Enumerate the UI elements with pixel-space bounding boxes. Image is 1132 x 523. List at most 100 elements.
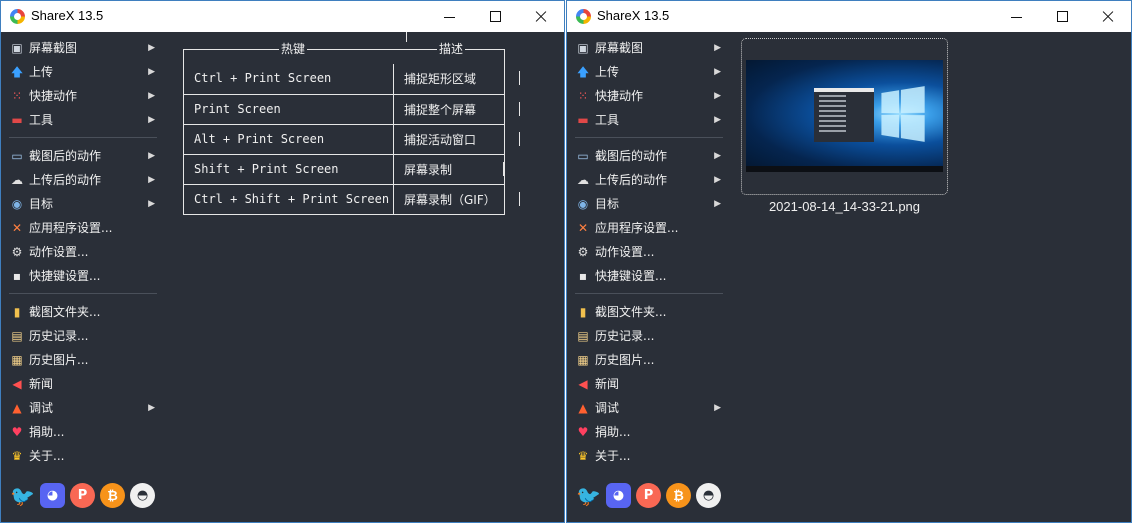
submenu-arrow-icon: ▶: [148, 403, 155, 413]
menu-item-crown[interactable]: ♛ 关于...: [567, 444, 725, 468]
menu-item-image-history[interactable]: ▦ 历史图片...: [1, 348, 159, 372]
heart-icon: ♥: [11, 425, 23, 439]
submenu-arrow-icon: ▶: [714, 91, 721, 101]
traffic-cone-icon: ▲: [578, 401, 588, 415]
twitter-icon[interactable]: 🐦: [576, 483, 601, 508]
menu-item-folder[interactable]: ▮ 截图文件夹...: [567, 300, 725, 324]
main-panel: ▣ 屏幕截图 ▶ 🡅 上传 ▶ ⁙ 快捷动作 ▶ ▬ 工具 ▶ ▭ 截图后的动作 ▶ ☁ 上传后的动作 ▶ ◉ 目标 ▶…: [567, 32, 1131, 522]
title-bar[interactable]: ShareX 13.5: [1, 1, 564, 32]
cloud-icon: ☁: [11, 173, 23, 187]
menu-item-history[interactable]: ▤ 历史记录...: [567, 324, 725, 348]
menu-item-label: 新闻: [595, 377, 620, 391]
row-edge-mark: [519, 71, 520, 85]
menu-item-history[interactable]: ▤ 历史记录...: [1, 324, 159, 348]
patreon-icon[interactable]: P: [636, 483, 661, 508]
maximize-button[interactable]: [1039, 1, 1085, 32]
hotkey-row: Shift + Print Screen 屏幕录制: [184, 154, 504, 184]
menu-item-cloud[interactable]: ☁ 上传后的动作 ▶: [1, 168, 159, 192]
title-bar[interactable]: ShareX 13.5: [567, 1, 1131, 32]
close-button[interactable]: [518, 1, 564, 32]
close-button[interactable]: [1085, 1, 1131, 32]
menu-item-label: 快捷动作: [595, 89, 644, 103]
menu-item-label: 上传后的动作: [29, 173, 102, 187]
menu-item-label: 目标: [595, 197, 620, 211]
gear-icon: ⚙: [577, 245, 589, 259]
github-icon[interactable]: ◓: [130, 483, 155, 508]
menu-item-keyboard[interactable]: ▪ 快捷键设置...: [1, 264, 159, 288]
keyboard-icon: ▪: [578, 269, 588, 283]
menu-item-megaphone[interactable]: ◀ 新闻: [1, 372, 159, 396]
cloud-icon: ☁: [577, 173, 589, 187]
menu-item-label: 关于...: [595, 449, 631, 463]
thumbnail-filename[interactable]: 2021-08-14_14-33-21.png: [741, 199, 948, 214]
menu-item-label: 动作设置...: [595, 245, 655, 259]
menu-item-toolbox[interactable]: ▬ 工具 ▶: [567, 108, 725, 132]
menu-item-gear[interactable]: ⚙ 动作设置...: [567, 240, 725, 264]
discord-icon[interactable]: ◕: [40, 483, 65, 508]
menu-item-upload-arrow[interactable]: 🡅 上传 ▶: [1, 60, 159, 84]
menu-item-wrench[interactable]: ✕ 应用程序设置...: [567, 216, 725, 240]
grid-dots-icon: ⁙: [11, 89, 23, 103]
bitcoin-icon[interactable]: ₿: [666, 483, 691, 508]
description-column-header: 描述: [437, 41, 466, 57]
minimize-button[interactable]: [426, 1, 472, 32]
submenu-arrow-icon: ▶: [714, 43, 721, 53]
menu-item-label: 应用程序设置...: [595, 221, 679, 235]
hotkey-row: Ctrl + Print Screen 捕捉矩形区域: [184, 64, 520, 94]
minimize-button[interactable]: [993, 1, 1039, 32]
menu-item-label: 屏幕截图: [595, 41, 644, 55]
menu-item-image-task[interactable]: ▭ 截图后的动作 ▶: [1, 144, 159, 168]
maximize-button[interactable]: [472, 1, 518, 32]
github-icon[interactable]: ◓: [696, 483, 721, 508]
menu-item-traffic-cone[interactable]: ▲ 调试 ▶: [567, 396, 725, 420]
menu-item-monitor[interactable]: ▣ 屏幕截图 ▶: [567, 36, 725, 60]
menu-item-grid-dots[interactable]: ⁙ 快捷动作 ▶: [1, 84, 159, 108]
screenshot-thumbnail[interactable]: [741, 38, 948, 195]
submenu-arrow-icon: ▶: [148, 43, 155, 53]
submenu-arrow-icon: ▶: [714, 199, 721, 209]
menu-item-destination[interactable]: ◉ 目标 ▶: [1, 192, 159, 216]
menu-item-wrench[interactable]: ✕ 应用程序设置...: [1, 216, 159, 240]
menu-item-label: 快捷键设置...: [595, 269, 667, 283]
menu-item-image-task[interactable]: ▭ 截图后的动作 ▶: [567, 144, 725, 168]
menu-item-destination[interactable]: ◉ 目标 ▶: [567, 192, 725, 216]
image-task-icon: ▭: [577, 149, 589, 163]
menu-item-heart[interactable]: ♥ 捐助...: [1, 420, 159, 444]
menu-item-label: 历史图片...: [595, 353, 655, 367]
submenu-arrow-icon: ▶: [148, 151, 155, 161]
social-links: 🐦 ◕ P ₿ ◓: [10, 483, 155, 509]
menu-item-grid-dots[interactable]: ⁙ 快捷动作 ▶: [567, 84, 725, 108]
menu-item-cloud[interactable]: ☁ 上传后的动作 ▶: [567, 168, 725, 192]
menu-item-monitor[interactable]: ▣ 屏幕截图 ▶: [1, 36, 159, 60]
menu-item-keyboard[interactable]: ▪ 快捷键设置...: [567, 264, 725, 288]
menu-item-folder[interactable]: ▮ 截图文件夹...: [1, 300, 159, 324]
maximize-icon: [489, 11, 501, 22]
menu-item-crown[interactable]: ♛ 关于...: [1, 444, 159, 468]
menu-item-gear[interactable]: ⚙ 动作设置...: [1, 240, 159, 264]
discord-icon[interactable]: ◕: [606, 483, 631, 508]
hotkey-key: Ctrl + Print Screen: [194, 71, 332, 85]
bitcoin-icon[interactable]: ₿: [100, 483, 125, 508]
monitor-icon: ▣: [577, 41, 589, 55]
hotkey-table: 热键 描述 Ctrl + Print Screen 捕捉矩形区域 Print Scr…: [183, 32, 520, 215]
submenu-arrow-icon: ▶: [714, 67, 721, 77]
hotkey-key: Shift + Print Screen: [194, 162, 339, 176]
image-history-icon: ▦: [577, 353, 589, 367]
minimize-icon: [443, 16, 455, 18]
menu-item-heart[interactable]: ♥ 捐助...: [567, 420, 725, 444]
twitter-icon[interactable]: 🐦: [10, 483, 35, 508]
menu-item-megaphone[interactable]: ◀ 新闻: [567, 372, 725, 396]
menu-item-label: 快捷动作: [29, 89, 78, 103]
menu-item-toolbox[interactable]: ▬ 工具 ▶: [1, 108, 159, 132]
menu-item-label: 调试: [595, 401, 620, 415]
menu-item-image-history[interactable]: ▦ 历史图片...: [567, 348, 725, 372]
row-edge-mark: [503, 162, 504, 176]
wrench-icon: ✕: [11, 221, 23, 235]
windows-logo-icon: [881, 86, 925, 142]
patreon-icon[interactable]: P: [70, 483, 95, 508]
window-title: ShareX 13.5: [597, 8, 670, 23]
menu-item-upload-arrow[interactable]: 🡅 上传 ▶: [567, 60, 725, 84]
hotkey-rows: Ctrl + Print Screen 捕捉矩形区域 Print Screen 捕捉整…: [184, 50, 520, 214]
menu-item-traffic-cone[interactable]: ▲ 调试 ▶: [1, 396, 159, 420]
row-edge-mark: [519, 132, 520, 146]
